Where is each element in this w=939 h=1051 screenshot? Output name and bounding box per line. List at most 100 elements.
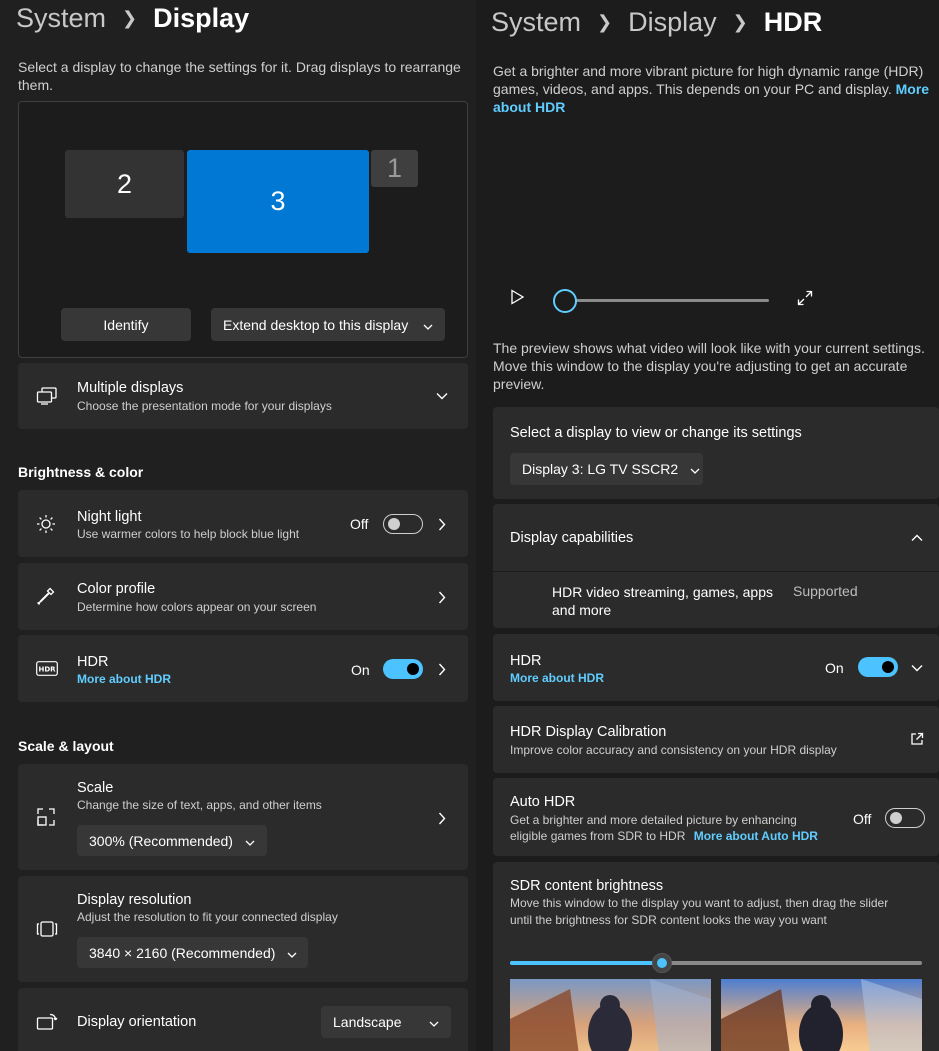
svg-text:HDR: HDR bbox=[38, 665, 56, 673]
hdr-toggle[interactable] bbox=[383, 659, 423, 679]
breadcrumb-display[interactable]: Display bbox=[628, 7, 717, 38]
display-resolution-card[interactable]: Display resolution Adjust the resolution… bbox=[18, 876, 468, 982]
orientation-icon bbox=[36, 1013, 58, 1031]
chevron-down-icon bbox=[436, 391, 448, 401]
extend-desktop-dropdown[interactable]: Extend desktop to this display bbox=[211, 308, 445, 341]
eyedropper-icon bbox=[36, 586, 56, 606]
multiple-displays-icon bbox=[36, 386, 58, 406]
hdr-card[interactable]: HDR HDR More about HDR On bbox=[18, 635, 468, 702]
chevron-up-icon bbox=[911, 533, 923, 543]
breadcrumb-system[interactable]: System bbox=[16, 3, 106, 34]
auto-hdr-subtitle-line1: Get a brighter and more detailed picture… bbox=[510, 813, 797, 827]
resolution-value: 3840 × 2160 (Recommended) bbox=[89, 944, 276, 961]
auto-hdr-toggle[interactable] bbox=[885, 808, 925, 828]
more-about-hdr-link[interactable]: More about HDR bbox=[510, 671, 604, 685]
select-display-title: Select a display to view or change its s… bbox=[510, 425, 802, 441]
sdr-slider-track[interactable] bbox=[510, 961, 922, 965]
play-icon[interactable] bbox=[508, 288, 526, 306]
resolution-icon bbox=[36, 919, 58, 939]
fullscreen-icon[interactable] bbox=[796, 289, 814, 307]
auto-hdr-card[interactable]: Auto HDR Get a brighter and more detaile… bbox=[493, 778, 939, 856]
page-title: Display bbox=[153, 3, 250, 33]
chevron-right-icon bbox=[438, 517, 446, 531]
scale-subtitle: Change the size of text, apps, and other… bbox=[77, 798, 322, 812]
sdr-slider-thumb[interactable] bbox=[652, 953, 672, 973]
display-capabilities-body: HDR video streaming, games, apps and mor… bbox=[493, 572, 939, 628]
more-about-auto-hdr-link[interactable]: More about Auto HDR bbox=[694, 829, 818, 843]
multiple-displays-card[interactable]: Multiple displays Choose the presentatio… bbox=[18, 363, 468, 429]
preview-note: The preview shows what video will look l… bbox=[493, 340, 925, 392]
breadcrumb: System ❯ Display ❯ HDR bbox=[491, 7, 822, 38]
chevron-down-icon bbox=[233, 833, 255, 849]
chevron-right-icon bbox=[438, 590, 446, 604]
night-light-card[interactable]: Night light Use warmer colors to help bl… bbox=[18, 490, 468, 557]
auto-hdr-title: Auto HDR bbox=[510, 794, 576, 810]
scale-title: Scale bbox=[77, 780, 114, 796]
select-display-card: Select a display to view or change its s… bbox=[493, 407, 939, 499]
sdr-brightness-desc-line1: Move this window to the display you want… bbox=[510, 896, 889, 910]
color-profile-subtitle: Determine how colors appear on your scre… bbox=[77, 600, 317, 614]
night-light-title: Night light bbox=[77, 509, 142, 525]
identify-button[interactable]: Identify bbox=[61, 308, 191, 341]
monitor-1[interactable]: 1 bbox=[371, 150, 418, 187]
night-light-subtitle: Use warmer colors to help block blue lig… bbox=[77, 527, 300, 541]
scale-layout-heading: Scale & layout bbox=[18, 738, 114, 754]
sdr-preview-image-right bbox=[721, 979, 922, 1051]
capability-status: Supported bbox=[793, 583, 858, 599]
breadcrumb-separator-icon: ❯ bbox=[122, 8, 138, 28]
hdr-title: HDR bbox=[510, 653, 542, 669]
display-description: Select a display to change the settings … bbox=[18, 59, 461, 93]
hdr-title: HDR bbox=[77, 654, 109, 670]
video-seek-track[interactable] bbox=[565, 299, 769, 302]
display-select-dropdown[interactable]: Display 3: LG TV SSCR2 bbox=[510, 453, 703, 485]
display-capabilities-header[interactable]: Display capabilities bbox=[493, 504, 939, 571]
monitor-2[interactable]: 2 bbox=[65, 150, 184, 218]
display-resolution-title: Display resolution bbox=[77, 892, 192, 908]
hdr-state: On bbox=[351, 662, 370, 678]
hdr-calibration-card[interactable]: HDR Display Calibration Improve color ac… bbox=[493, 706, 939, 773]
more-about-hdr-link[interactable]: More about HDR bbox=[77, 672, 171, 686]
color-profile-card[interactable]: Color profile Determine how colors appea… bbox=[18, 563, 468, 630]
night-light-state: Off bbox=[350, 516, 369, 532]
breadcrumb-separator-icon: ❯ bbox=[597, 12, 613, 32]
chevron-down-icon bbox=[275, 945, 297, 961]
multiple-displays-subtitle: Choose the presentation mode for your di… bbox=[77, 399, 332, 413]
scale-card[interactable]: Scale Change the size of text, apps, and… bbox=[18, 764, 468, 870]
auto-hdr-subtitle-line2: eligible games from SDR to HDR More abou… bbox=[510, 829, 818, 843]
hdr-calibration-title: HDR Display Calibration bbox=[510, 724, 667, 740]
monitor-3[interactable]: 3 bbox=[187, 150, 369, 253]
resolution-dropdown[interactable]: 3840 × 2160 (Recommended) bbox=[77, 937, 308, 968]
scale-value: 300% (Recommended) bbox=[89, 832, 233, 849]
extend-desktop-value: Extend desktop to this display bbox=[223, 316, 409, 333]
breadcrumb-separator-icon: ❯ bbox=[732, 12, 748, 32]
hdr-description: Get a brighter and more vibrant picture … bbox=[493, 62, 931, 116]
video-seek-thumb[interactable] bbox=[553, 289, 577, 313]
breadcrumb: System ❯ Display bbox=[16, 3, 249, 34]
sdr-slider-fill bbox=[510, 961, 662, 965]
chevron-down-icon[interactable] bbox=[911, 663, 923, 673]
hdr-toggle[interactable] bbox=[858, 657, 898, 677]
chevron-right-icon bbox=[438, 811, 446, 825]
sdr-brightness-desc-line2: until the brightness for SDR content loo… bbox=[510, 913, 827, 927]
night-light-icon bbox=[36, 514, 56, 534]
sdr-brightness-title: SDR content brightness bbox=[510, 878, 664, 894]
display-capabilities-title: Display capabilities bbox=[510, 530, 634, 546]
display-arrangement-panel: 2 3 1 Identify Extend desktop to this di… bbox=[18, 101, 468, 358]
orientation-value: Landscape bbox=[333, 1014, 402, 1030]
chevron-down-icon bbox=[417, 1014, 439, 1030]
hdr-state: On bbox=[825, 660, 844, 676]
night-light-toggle[interactable] bbox=[383, 514, 423, 534]
display-orientation-title: Display orientation bbox=[77, 1014, 197, 1030]
capability-hdr-streaming: HDR video streaming, games, apps and mor… bbox=[552, 584, 773, 618]
hdr-card[interactable]: HDR More about HDR On bbox=[493, 634, 939, 701]
orientation-dropdown[interactable]: Landscape bbox=[321, 1006, 451, 1038]
breadcrumb-system[interactable]: System bbox=[491, 7, 581, 38]
multiple-displays-title: Multiple displays bbox=[77, 380, 184, 396]
chevron-down-icon bbox=[678, 461, 700, 477]
display-select-value: Display 3: LG TV SSCR2 bbox=[522, 461, 679, 477]
hdr-calibration-subtitle: Improve color accuracy and consistency o… bbox=[510, 743, 837, 757]
scale-dropdown[interactable]: 300% (Recommended) bbox=[77, 825, 267, 856]
display-orientation-card[interactable]: Display orientation Landscape bbox=[18, 988, 468, 1051]
open-external-icon bbox=[910, 732, 924, 746]
display-resolution-subtitle: Adjust the resolution to fit your connec… bbox=[77, 910, 338, 924]
